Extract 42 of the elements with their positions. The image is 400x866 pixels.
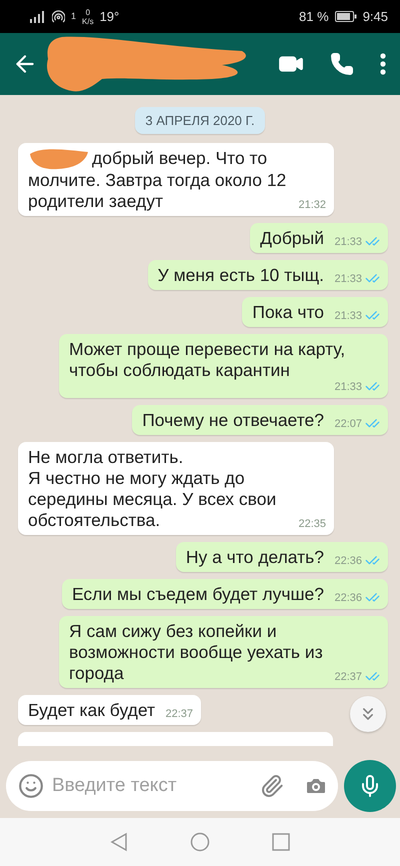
message-time: 22:07 [334, 416, 362, 431]
emoji-icon[interactable] [18, 773, 44, 799]
home-nav-icon[interactable] [190, 832, 210, 852]
microphone-button[interactable] [344, 760, 396, 812]
message-time: 22:36 [334, 590, 362, 605]
recents-nav-icon[interactable] [272, 833, 290, 851]
message-text: Пока что [252, 302, 324, 322]
message-text: У меня есть 10 тыщ. [158, 265, 324, 286]
message-composer[interactable]: Введите текст [6, 761, 338, 811]
attach-icon[interactable] [260, 774, 284, 798]
message-text: Добрый [260, 228, 324, 248]
message-text: добрый вечер. Что то молчите. Завтра тогда около 12 родители заедут [28, 148, 288, 212]
message-text: Не могла ответить. Я честно не могу ждать до середины месяца. У всех свои обстоятельства. [28, 447, 278, 530]
message-time: 21:33 [334, 380, 362, 394]
message-text: Если мы съедем будет лучше? [72, 584, 324, 604]
message-text: Я сам сижу без копейки и возможности вообще уехать из города [69, 621, 324, 684]
clock: 9:45 [362, 9, 388, 24]
message-time: 22:37 [334, 670, 362, 684]
message-text: Будет как будет [28, 700, 155, 720]
message-time: 22:36 [334, 554, 362, 568]
temperature: 19° [100, 9, 120, 24]
message-time: 21:33 [334, 272, 362, 286]
dots-icon [380, 53, 386, 75]
message-input-field[interactable]: Введите текст [50, 774, 254, 798]
message-text: Может проще перевести на карту, чтобы соблюдать карантин [69, 339, 346, 380]
scroll-down-button[interactable] [350, 696, 386, 732]
message-time: 21:33 [334, 234, 362, 249]
message-text: Почему не отвечаете? [142, 410, 324, 430]
message-time: 22:35 [298, 517, 326, 532]
message-time: 21:33 [334, 308, 362, 323]
message-time: 21:32 [298, 198, 326, 212]
message-time: 22:37 [165, 707, 193, 722]
battery-icon [334, 11, 357, 22]
hotspot-count: 1 [71, 12, 76, 21]
date-chip: 3 АПРЕЛЯ 2020 Г. [135, 107, 265, 134]
speed-unit: K/s [82, 16, 94, 26]
back-nav-icon[interactable] [110, 832, 128, 852]
battery-percent: 81 % [299, 9, 329, 24]
message-text: Ну а что делать? [186, 547, 324, 568]
phone-glyph-icon [330, 52, 354, 76]
speed-value: 0 [86, 8, 90, 16]
hotspot-icon [52, 10, 65, 23]
